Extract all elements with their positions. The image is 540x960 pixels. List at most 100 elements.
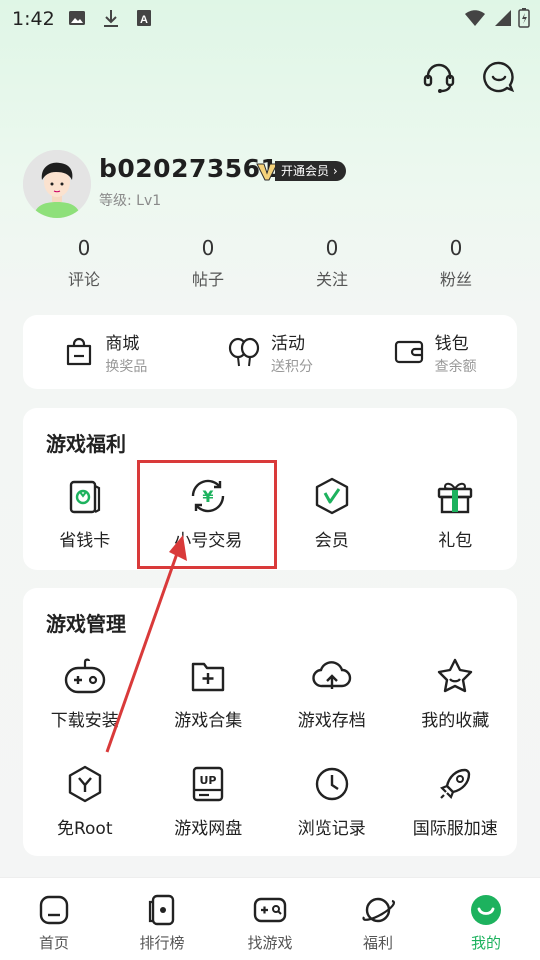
star-icon (438, 658, 473, 693)
svg-text:A: A (140, 14, 148, 26)
profile-header[interactable]: b020273561 开通会员 › 等级: Lv1 (23, 150, 523, 220)
manage-item-history[interactable]: 浏览记录 (270, 762, 394, 839)
tab-label: 我的 (470, 934, 501, 952)
shop-item-wallet[interactable]: 钱包 查余额 (352, 329, 517, 376)
customer-service-button[interactable] (420, 58, 458, 96)
welfare-item-gift[interactable]: 礼包 (394, 474, 518, 551)
folder-plus-icon (192, 662, 225, 692)
shop-item-title: 商城 (105, 333, 140, 354)
svg-text:UP: UP (200, 774, 217, 787)
manage-item-label: 游戏存档 (297, 711, 366, 731)
find-game-icon (253, 897, 287, 923)
shop-item-sub: 送积分 (271, 358, 313, 375)
manage-grid-row-1: 下载安装 游戏合集 游戏存档 我的收藏 (23, 654, 517, 731)
image-icon (69, 11, 85, 25)
bottom-tab-bar: 首页 排行榜 找游戏 福利 我的 (0, 877, 540, 960)
shopping-bag-icon (67, 337, 92, 366)
manage-item-label: 浏览记录 (297, 819, 366, 839)
stat-value: 0 (449, 236, 463, 260)
text-a-icon: A (137, 10, 151, 26)
tab-me[interactable]: 我的 (432, 878, 540, 960)
wifi-icon (465, 10, 485, 26)
me-icon (471, 895, 501, 925)
manage-item-label: 游戏合集 (174, 711, 243, 731)
manage-item-download[interactable]: 下载安装 (23, 654, 147, 731)
manage-item-intl-accelerate[interactable]: 国际服加速 (394, 762, 518, 839)
shop-item-activity[interactable]: 活动 送积分 (188, 329, 353, 376)
signal-icon (495, 10, 511, 26)
manage-item-label: 国际服加速 (412, 819, 498, 839)
manage-item-label: 我的收藏 (421, 711, 490, 731)
manage-item-favorites[interactable]: 我的收藏 (394, 654, 518, 731)
welfare-title: 游戏福利 (46, 432, 126, 456)
chat-bubble-icon (483, 61, 515, 93)
tab-ranking[interactable]: 排行榜 (108, 878, 216, 960)
home-icon (39, 895, 69, 925)
shop-item-sub: 换奖品 (105, 358, 148, 375)
manage-item-save-data[interactable]: 游戏存档 (270, 654, 394, 731)
manage-item-no-root[interactable]: 免Root (23, 762, 147, 839)
clock-icon (315, 767, 348, 801)
wallet-icon (394, 340, 423, 364)
tab-label: 排行榜 (139, 934, 185, 952)
tab-label: 福利 (362, 934, 393, 952)
tab-welfare[interactable]: 福利 (324, 878, 432, 960)
shop-item-title: 钱包 (434, 333, 469, 354)
stat-following[interactable]: 0 关注 (270, 236, 394, 290)
gamepad-download-icon (64, 658, 105, 694)
download-icon (104, 10, 118, 27)
tab-home[interactable]: 首页 (0, 878, 108, 960)
member-icon (315, 477, 348, 515)
manage-item-label: 免Root (56, 819, 113, 839)
messages-button[interactable] (480, 58, 518, 96)
username: b020273561 (99, 154, 279, 183)
shop-item-title: 活动 (271, 333, 305, 354)
stat-fans[interactable]: 0 粉丝 (394, 236, 518, 290)
stat-value: 0 (201, 236, 215, 260)
stat-label: 帖子 (191, 270, 224, 289)
welfare-item-saving-card[interactable]: 省钱卡 (23, 474, 147, 551)
shop-card: 商城换奖品 活动送积分 钱包查余额 (23, 315, 517, 389)
gift-icon (438, 482, 473, 514)
manage-item-label: 游戏网盘 (174, 819, 243, 839)
status-bar: 1:42 A (0, 0, 540, 36)
stat-comments[interactable]: 0 评论 (22, 236, 146, 290)
welfare-item-label: 会员 (314, 531, 349, 551)
ranking-icon (148, 894, 175, 926)
up-disk-icon: UP (193, 766, 224, 802)
manage-title: 游戏管理 (46, 612, 126, 636)
tab-label: 找游戏 (247, 934, 293, 952)
stats-row: 0 评论 0 帖子 0 关注 0 粉丝 (22, 236, 518, 290)
planet-icon (362, 897, 396, 923)
headset-icon (423, 63, 455, 93)
shop-item-sub: 查余额 (434, 358, 477, 375)
stat-value: 0 (325, 236, 339, 260)
saving-card-icon (69, 480, 100, 514)
hexagon-y-icon (68, 765, 101, 803)
stat-label: 评论 (67, 270, 100, 289)
battery-icon (518, 8, 530, 28)
status-time: 1:42 (12, 8, 55, 30)
manage-card: 游戏管理 下载安装 游戏合集 游戏存档 我的收藏 免Root UP 游戏网盘 浏… (23, 588, 517, 856)
vip-badge[interactable]: 开通会员 › (255, 160, 346, 182)
cloud-upload-icon (312, 661, 351, 689)
welfare-item-label: 礼包 (438, 531, 473, 551)
manage-grid-row-2: 免Root UP 游戏网盘 浏览记录 国际服加速 (23, 762, 517, 839)
stat-label: 关注 (315, 270, 348, 289)
welfare-item-member[interactable]: 会员 (270, 474, 394, 551)
annotation-highlight-box (137, 460, 277, 569)
manage-item-label: 下载安装 (50, 711, 119, 731)
rocket-icon (440, 768, 471, 799)
shop-item-mall[interactable]: 商城 换奖品 (23, 329, 188, 376)
tab-label: 首页 (38, 934, 69, 952)
stat-label: 粉丝 (439, 270, 472, 289)
stat-posts[interactable]: 0 帖子 (146, 236, 270, 290)
tab-find-game[interactable]: 找游戏 (216, 878, 324, 960)
avatar[interactable] (23, 150, 91, 218)
vip-badge-label: 开通会员 › (275, 161, 346, 181)
welfare-item-label: 省钱卡 (59, 531, 111, 551)
manage-item-collection[interactable]: 游戏合集 (147, 654, 271, 731)
manage-item-cloud-disk[interactable]: UP 游戏网盘 (147, 762, 271, 839)
balloon-icon (228, 337, 260, 367)
top-actions (420, 58, 518, 96)
